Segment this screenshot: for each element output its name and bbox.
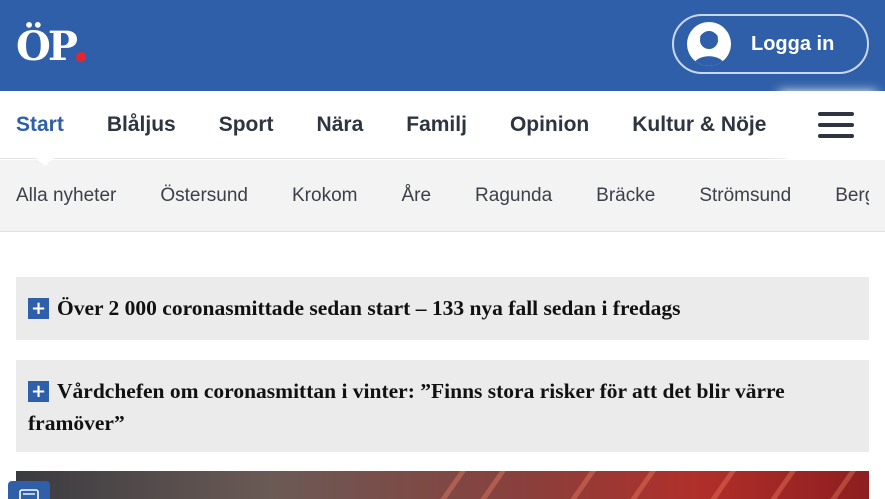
sub-nav-list: Alla nyheter Östersund Krokom Åre Ragund… (16, 160, 885, 231)
subnav-item-ragunda[interactable]: Ragunda (475, 185, 552, 207)
nav-item-nara[interactable]: Nära (317, 113, 364, 137)
top-header: ÖP Logga in (0, 0, 885, 91)
story-headline: + Vårdchefen om coronasmittan i vinter: ”… (16, 360, 869, 439)
subnav-item-ostersund[interactable]: Östersund (160, 185, 248, 207)
sub-navigation: Alla nyheter Östersund Krokom Åre Ragund… (0, 160, 885, 232)
nav-item-familj[interactable]: Familj (406, 113, 467, 137)
nav-item-sport[interactable]: Sport (219, 113, 274, 137)
nav-item-start[interactable]: Start (16, 113, 64, 137)
story-teaser[interactable]: + Över 2 000 coronasmittade sedan start –… (16, 277, 869, 340)
subnav-item-are[interactable]: Åre (401, 185, 431, 207)
main-navigation: Start Blåljus Sport Nära Familj Opinion … (0, 91, 885, 166)
main-nav-list: Start Blåljus Sport Nära Familj Opinion … (16, 91, 786, 159)
nav-item-kultur-noje[interactable]: Kultur & Nöje (632, 113, 766, 137)
plus-icon: + (28, 381, 49, 402)
story-headline-text: Vårdchefen om coronasmittan i vinter: ”F… (28, 379, 785, 435)
subnav-scroll-fade (869, 160, 885, 231)
user-avatar-icon (687, 22, 731, 66)
story-image[interactable] (16, 471, 869, 499)
hamburger-menu-icon (818, 105, 854, 145)
story-headline-text: Över 2 000 coronasmittade sedan start – … (57, 296, 681, 320)
subnav-item-stromsund[interactable]: Strömsund (699, 185, 791, 207)
story-headline: + Över 2 000 coronasmittade sedan start –… (16, 277, 869, 324)
document-icon (19, 489, 39, 499)
subnav-item-krokom[interactable]: Krokom (292, 185, 357, 207)
hamburger-menu-button[interactable] (787, 91, 885, 159)
logo-text: ÖP (16, 22, 78, 70)
nav-item-blaljus[interactable]: Blåljus (107, 113, 176, 137)
active-tab-indicator (35, 157, 55, 166)
plus-icon: + (28, 298, 49, 319)
login-label: Logga in (751, 32, 835, 55)
floating-widget-button[interactable] (8, 481, 50, 499)
subnav-item-alla-nyheter[interactable]: Alla nyheter (16, 185, 116, 207)
story-teaser[interactable]: + Vårdchefen om coronasmittan i vinter: ”… (16, 360, 869, 452)
login-button[interactable]: Logga in (672, 14, 869, 74)
nav-item-opinion[interactable]: Opinion (510, 113, 589, 137)
op-logo[interactable]: ÖP (16, 22, 86, 70)
logo-red-dot (75, 52, 86, 62)
subnav-item-bracke[interactable]: Bräcke (596, 185, 655, 207)
